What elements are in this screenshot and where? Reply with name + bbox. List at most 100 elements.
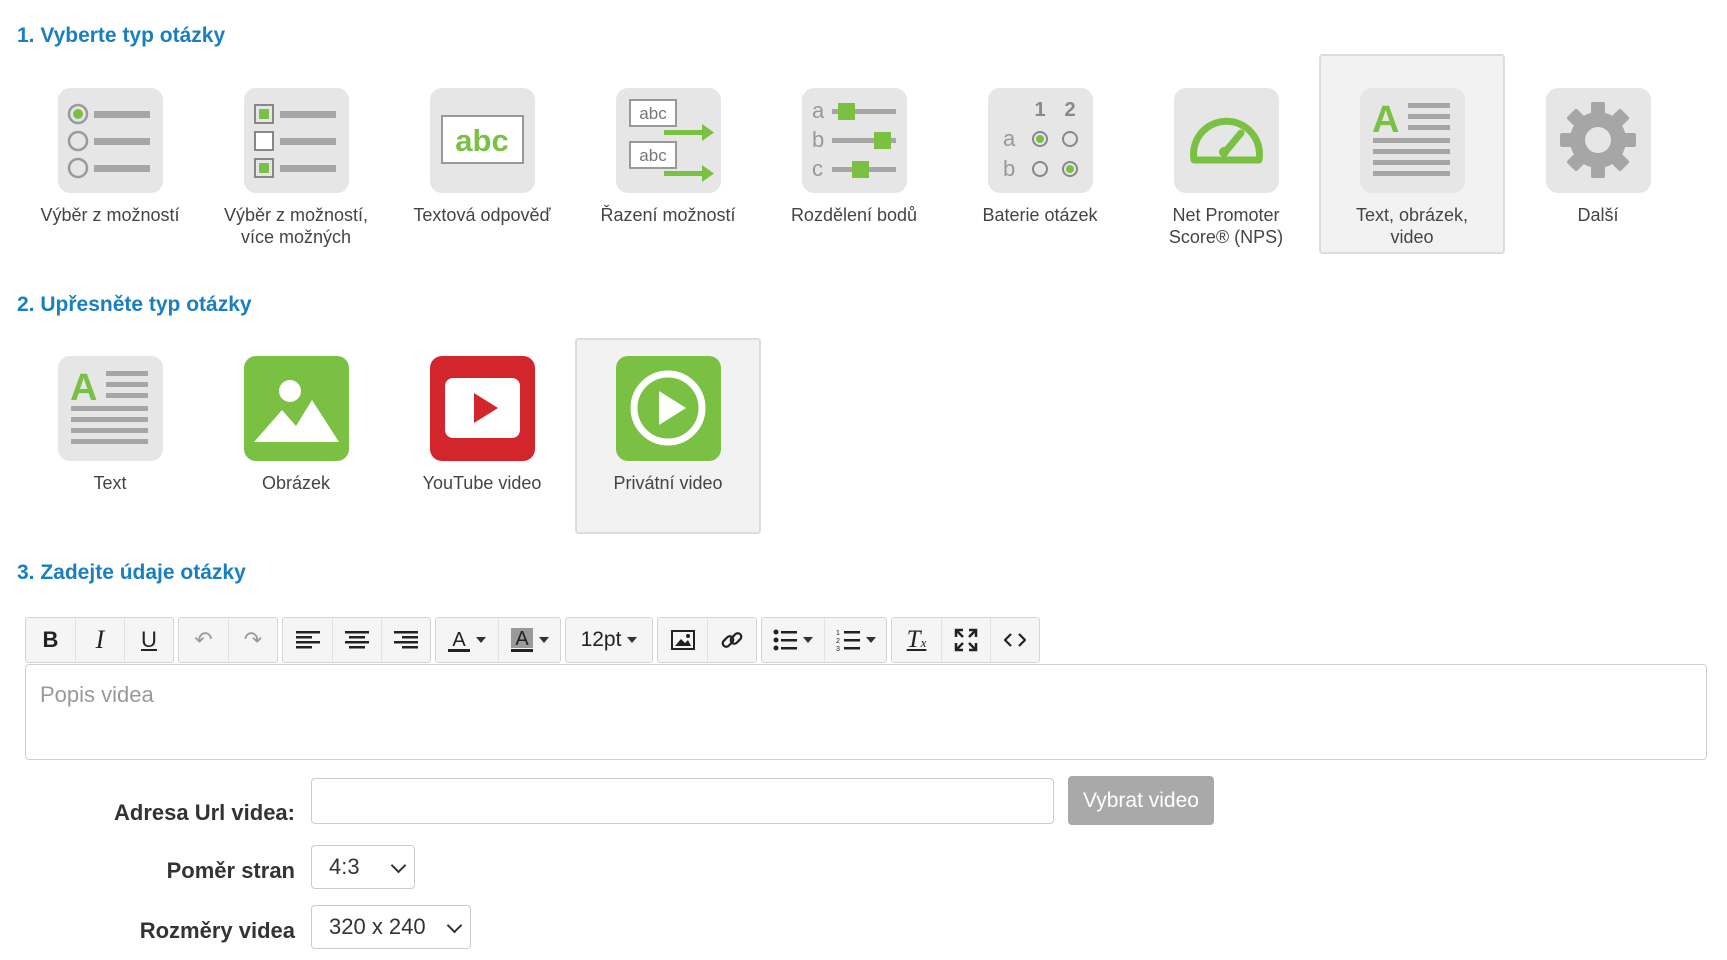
youtube-icon — [429, 356, 535, 461]
align-center-button[interactable] — [332, 618, 381, 662]
numbered-list-icon: 123 — [836, 630, 860, 651]
svg-text:abc: abc — [455, 123, 508, 158]
bullet-list-icon — [773, 629, 797, 651]
svg-text:b: b — [1003, 156, 1015, 181]
type-single-choice[interactable]: Výběr z možností — [17, 70, 203, 266]
svg-text:b: b — [812, 127, 824, 152]
subtype-private-video[interactable]: Privátní video — [575, 338, 761, 534]
font-size-select[interactable]: 12pt — [566, 618, 652, 662]
italic-button[interactable]: I — [75, 618, 124, 662]
fullscreen-icon — [954, 628, 978, 652]
subtype-image[interactable]: Obrázek — [203, 338, 389, 534]
source-code-icon — [1004, 633, 1026, 647]
type-label: Text, obrázek, video — [1355, 205, 1469, 247]
chevron-down-icon — [390, 857, 407, 874]
type-ranking[interactable]: abc abc Řazení možností — [575, 70, 761, 266]
svg-text:a: a — [1003, 126, 1016, 151]
toolbar-group-misc: Tx — [891, 617, 1040, 663]
question-subtype-list: A Text Obrázek YouTube video Privátní vi… — [17, 338, 761, 534]
type-question-matrix[interactable]: 1 2 a b Baterie otázek — [947, 70, 1133, 266]
align-left-button[interactable] — [283, 618, 332, 662]
clear-format-button[interactable]: Tx — [892, 618, 941, 662]
fullscreen-button[interactable] — [941, 618, 990, 662]
numbered-list-button[interactable]: 123 — [824, 618, 886, 662]
video-size-label: Rozměry videa — [139, 918, 295, 943]
chevron-down-icon — [803, 637, 813, 643]
question-type-list: Výběr z možností Výběr z možností, více … — [17, 54, 1691, 266]
subtype-label: YouTube video — [422, 473, 542, 493]
type-label: Řazení možností — [600, 205, 736, 225]
video-size-value: 320 x 240 — [329, 914, 426, 939]
type-label: Rozdělení bodů — [790, 205, 918, 225]
toolbar-group-format: B I U — [25, 617, 174, 663]
bullet-list-button[interactable] — [762, 618, 824, 662]
svg-text:2: 2 — [1064, 99, 1075, 121]
source-code-button[interactable] — [990, 618, 1039, 662]
type-multiple-choice[interactable]: Výběr z možností, více možných — [203, 70, 389, 266]
italic-icon: I — [95, 625, 105, 654]
subtype-label: Privátní video — [613, 473, 723, 493]
insert-link-button[interactable] — [707, 618, 756, 662]
background-color-button[interactable]: A — [498, 618, 560, 662]
type-label: Další — [1577, 205, 1619, 225]
insert-image-button[interactable] — [658, 618, 707, 662]
text-color-button[interactable]: A — [436, 618, 498, 662]
underline-icon: U — [141, 627, 157, 652]
subtype-label: Obrázek — [261, 473, 331, 493]
subtype-youtube[interactable]: YouTube video — [389, 338, 575, 534]
svg-text:A: A — [515, 628, 529, 650]
toolbar-group-insert — [657, 617, 757, 663]
single-choice-icon — [57, 88, 163, 193]
question-matrix-icon: 1 2 a b — [987, 88, 1093, 193]
type-points-distribution[interactable]: a b c Rozdělení bodů — [761, 70, 947, 266]
font-size-value: 12pt — [580, 628, 622, 651]
image-icon — [243, 356, 349, 461]
text-answer-icon: abc — [429, 88, 535, 193]
svg-text:1: 1 — [836, 630, 840, 637]
type-label: Baterie otázek — [982, 205, 1098, 225]
video-url-input[interactable] — [311, 778, 1054, 824]
svg-text:abc: abc — [639, 146, 667, 165]
svg-text:3: 3 — [836, 646, 840, 651]
svg-text:A: A — [70, 367, 97, 409]
chevron-down-icon — [627, 637, 638, 643]
type-more[interactable]: Další — [1505, 70, 1691, 266]
align-right-button[interactable] — [381, 618, 430, 662]
underline-button[interactable]: U — [124, 618, 173, 662]
undo-button[interactable]: ↶ — [179, 618, 228, 662]
type-nps[interactable]: Net Promoter Score® (NPS) — [1133, 70, 1319, 266]
chevron-down-icon — [865, 637, 876, 643]
section-title-question-type: 1. Vyberte typ otázky — [17, 24, 226, 47]
editor-toolbar: B I U ↶ ↷ A A 12pt 1 2 3 Tx — [25, 617, 1044, 663]
clear-format-icon: Tx — [906, 626, 927, 653]
toolbar-group-align — [282, 617, 431, 663]
image-icon — [670, 630, 695, 650]
text-icon: A — [57, 356, 163, 461]
subtype-text[interactable]: A Text — [17, 338, 203, 534]
type-text-image-video[interactable]: A Text, obrázek, video — [1319, 54, 1505, 254]
align-center-icon — [345, 631, 369, 649]
video-size-select[interactable]: 320 x 240 — [311, 905, 471, 949]
chevron-down-icon — [538, 637, 549, 643]
svg-text:c: c — [812, 156, 823, 181]
background-color-icon: A — [510, 628, 533, 652]
type-label: Výběr z možností, více možných — [223, 205, 369, 247]
description-editor[interactable]: Popis videa — [25, 664, 1707, 760]
play-video-icon — [615, 356, 721, 461]
align-left-icon — [295, 631, 320, 649]
aspect-ratio-select[interactable]: 4:3 — [311, 845, 415, 889]
url-label: Adresa Url videa: — [114, 800, 295, 825]
svg-text:abc: abc — [639, 104, 667, 123]
type-text-answer[interactable]: abc Textová odpověď — [389, 70, 575, 266]
bold-button[interactable]: B — [26, 618, 75, 662]
section-title-question-subtype: 2. Upřesněte typ otázky — [17, 293, 252, 316]
svg-text:1: 1 — [1034, 99, 1045, 121]
redo-button[interactable]: ↷ — [228, 618, 277, 662]
toolbar-group-colors: A A — [435, 617, 561, 663]
svg-text:2: 2 — [836, 638, 840, 645]
subtype-label: Text — [93, 473, 127, 493]
text-color-icon: A — [448, 629, 470, 652]
points-distribution-icon: a b c — [801, 88, 907, 193]
type-label: Net Promoter Score® (NPS) — [1168, 205, 1284, 247]
pick-video-button[interactable]: Vybrat video — [1068, 776, 1214, 825]
